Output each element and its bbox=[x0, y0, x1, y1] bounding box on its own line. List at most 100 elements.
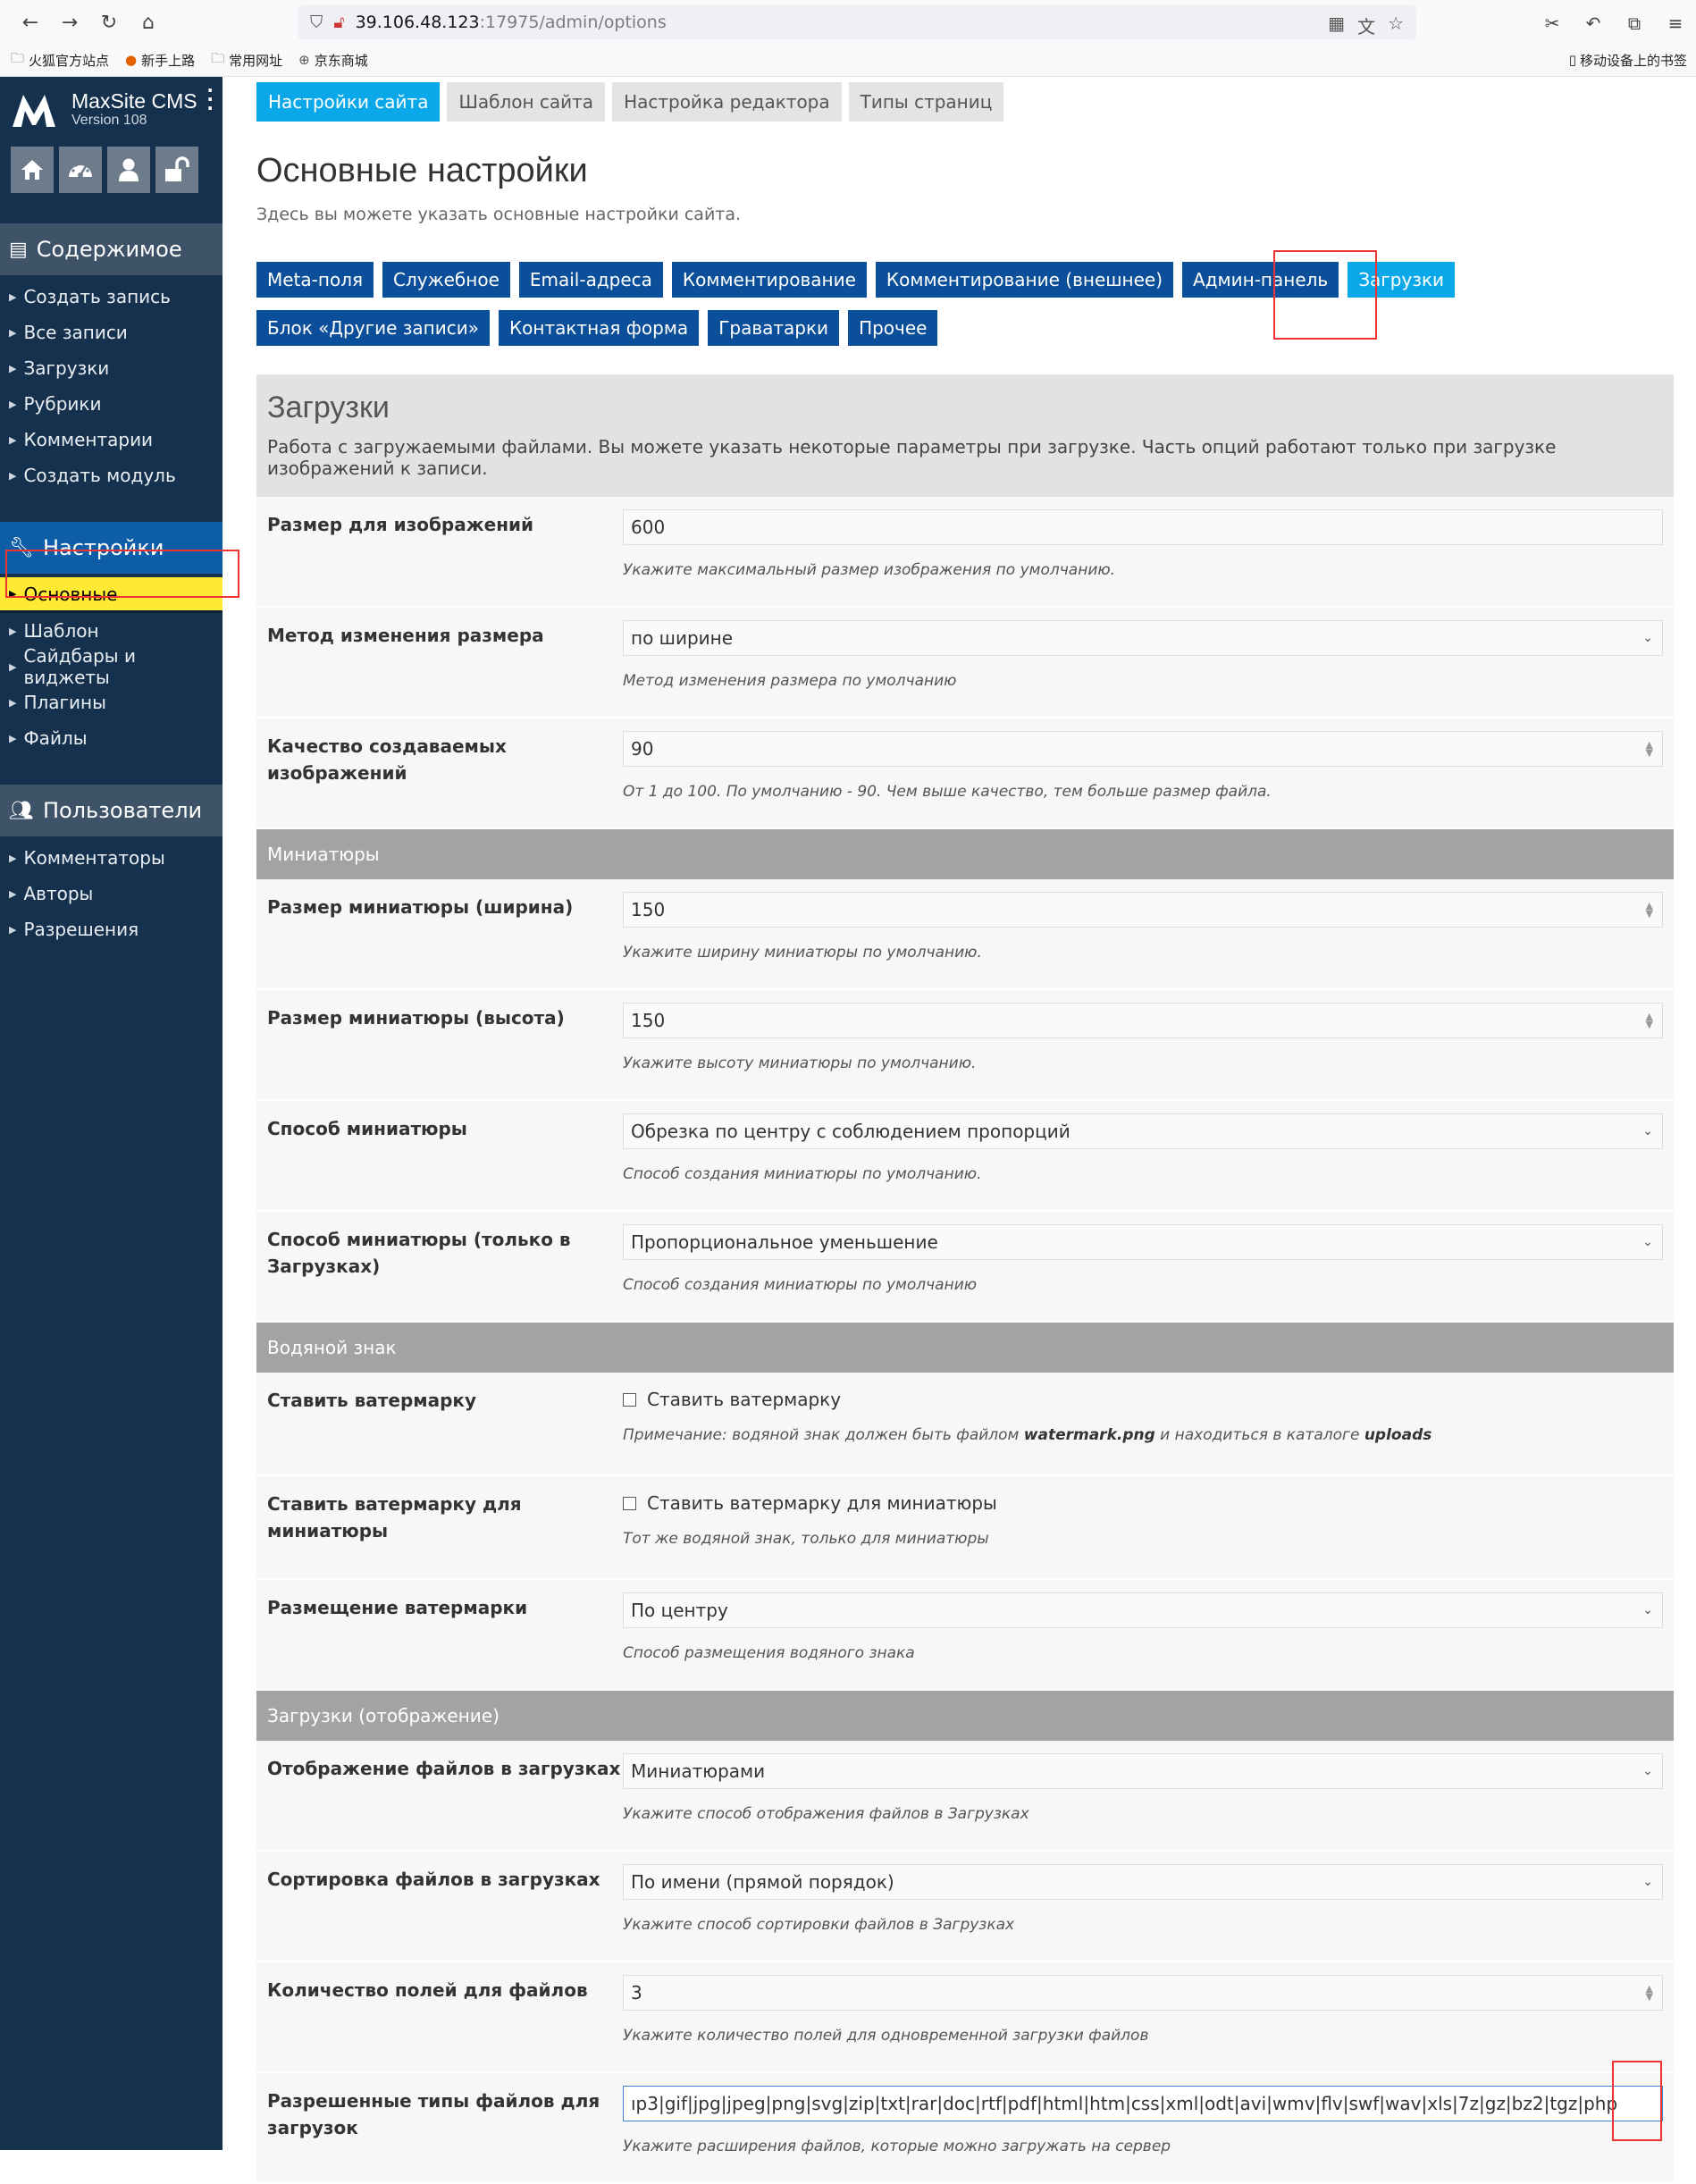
quality-stepper[interactable]: 90 ▲ ▼ bbox=[623, 731, 1663, 767]
setting-label: Ставить ватермарку bbox=[267, 1390, 477, 1411]
more-icon[interactable]: · · · bbox=[206, 81, 214, 117]
setting-row: Количество полей для файлов 3 ▲ ▼ Укажите … bbox=[256, 1962, 1674, 2073]
display-mode-select[interactable]: Миниатюрами ⌄ bbox=[623, 1753, 1663, 1789]
home-button[interactable] bbox=[11, 147, 54, 193]
sidebar-item-all-posts[interactable]: ▶ Все записи bbox=[0, 315, 222, 350]
sidebar-item-comments[interactable]: ▶ Комментарии bbox=[0, 422, 222, 458]
address-bar[interactable]: ⛉ 🔓︎ 39.106.48.123:17975/admin/options ▦… bbox=[298, 5, 1416, 39]
subtab-admin-panel[interactable]: Админ-панель bbox=[1182, 262, 1339, 298]
chevron-down-icon: ⌄ bbox=[1642, 1124, 1653, 1138]
tab-page-types[interactable]: Типы страниц bbox=[848, 82, 1004, 122]
image-size-input[interactable]: 600 bbox=[623, 509, 1663, 545]
sidebar-item-uploads[interactable]: ▶ Загрузки bbox=[0, 350, 222, 386]
setting-hint: Примечание: водяной знак должен быть фай… bbox=[623, 1426, 1432, 1444]
sort-select[interactable]: По имени (прямой порядок) ⌄ bbox=[623, 1864, 1663, 1900]
brand[interactable]: MaxSite CMS Version 108 · · · bbox=[0, 77, 222, 141]
subtab-gravatars[interactable]: Граватарки bbox=[708, 310, 840, 346]
thumb-method-uploads-select[interactable]: Пропорциональное уменьшение ⌄ bbox=[623, 1224, 1663, 1260]
subtab-meta[interactable]: Meta-поля bbox=[256, 262, 374, 298]
screenshot-icon[interactable]: ✂ bbox=[1532, 4, 1573, 43]
reload-icon[interactable]: ↻ bbox=[89, 3, 129, 42]
extensions-icon[interactable]: ⧉ bbox=[1614, 4, 1655, 43]
subtab-misc[interactable]: Прочее bbox=[848, 310, 938, 346]
sidebar-item-sidebars-widgets[interactable]: ▶ Сайдбары и виджеты bbox=[0, 645, 222, 688]
watermark-position-select[interactable]: По центру ⌄ bbox=[623, 1592, 1663, 1628]
setting-label: Качество создаваемых изображений bbox=[267, 735, 507, 784]
tab-site-settings[interactable]: Настройки сайта bbox=[256, 82, 441, 122]
caret-right-icon: ▶ bbox=[9, 696, 17, 709]
group-header-display: Загрузки (отображение) bbox=[256, 1691, 1674, 1741]
setting-row: Метод изменения размера по ширине ⌄ Метод… bbox=[256, 608, 1674, 718]
profile-button[interactable] bbox=[107, 147, 150, 193]
allowed-types-input[interactable]: ıp3|gif|jpg|jpeg|png|svg|zip|txt|rar|doc… bbox=[623, 2086, 1663, 2121]
setting-label: Сортировка файлов в загрузках bbox=[267, 1869, 600, 1890]
checkbox[interactable] bbox=[623, 1496, 636, 1510]
setting-hint: Способ создания миниатюры по умолчанию bbox=[623, 1276, 978, 1294]
subtab-service[interactable]: Служебное bbox=[382, 262, 510, 298]
qr-icon[interactable]: ▦ bbox=[1328, 13, 1345, 38]
wrench-icon: 🔧︎ bbox=[9, 536, 34, 559]
spinner-icon[interactable]: ▲ ▼ bbox=[1646, 1012, 1653, 1029]
uploads-panel: Загрузки Работа с загружаемыми файлами. … bbox=[256, 374, 1674, 2184]
forward-icon[interactable]: → bbox=[50, 3, 89, 42]
lock-icon: 🔓︎ bbox=[333, 13, 345, 32]
logout-button[interactable] bbox=[155, 147, 198, 193]
folder-icon: 🗀 bbox=[11, 49, 25, 66]
settings-subnav: Meta-поля Служебное Email-адреса Коммент… bbox=[256, 262, 1677, 346]
star-icon[interactable]: ☆ bbox=[1388, 13, 1404, 38]
thumb-height-stepper[interactable]: 150 ▲ ▼ bbox=[623, 1003, 1663, 1038]
back-icon[interactable]: ← bbox=[11, 3, 50, 42]
tab-editor-settings[interactable]: Настройка редактора bbox=[612, 82, 842, 122]
home-icon[interactable]: ⌂ bbox=[129, 3, 168, 42]
undo-icon[interactable]: ↶ bbox=[1573, 4, 1614, 43]
setting-row: Ставить ватермарку для миниатюры Ставить… bbox=[256, 1476, 1674, 1580]
file-fields-count-stepper[interactable]: 3 ▲ ▼ bbox=[623, 1975, 1663, 2011]
sidebar-item-create-module[interactable]: ▶ Создать модуль bbox=[0, 458, 222, 493]
tab-site-template[interactable]: Шаблон сайта bbox=[447, 82, 606, 122]
setting-row: Качество создаваемых изображений 90 ▲ ▼ От… bbox=[256, 718, 1674, 829]
spinner-icon[interactable]: ▲ ▼ bbox=[1646, 901, 1653, 919]
resize-method-select[interactable]: по ширине ⌄ bbox=[623, 620, 1663, 656]
subtab-comments[interactable]: Комментирование bbox=[671, 262, 867, 298]
setting-label: Способ миниатюры bbox=[267, 1118, 467, 1139]
bookmark-item[interactable]: 🗀 常用网址 bbox=[211, 49, 282, 71]
setting-row: Способ миниатюры (только в Загрузках) Пр… bbox=[256, 1212, 1674, 1323]
spinner-icon[interactable]: ▲ ▼ bbox=[1646, 1984, 1653, 2002]
watermark-checkbox[interactable]: Ставить ватермарку bbox=[623, 1385, 1663, 1414]
sidebar-item-authors[interactable]: ▶ Авторы bbox=[0, 876, 222, 911]
sidebar-item-basic[interactable]: ▶ Основные bbox=[0, 577, 222, 613]
bookmark-item[interactable]: ⊕ 京东商城 bbox=[298, 51, 368, 70]
sidebar-item-commenters[interactable]: ▶ Комментаторы bbox=[0, 840, 222, 876]
bookmark-item[interactable]: 🗀 火狐官方站点 bbox=[11, 49, 109, 71]
checkbox[interactable] bbox=[623, 1392, 636, 1407]
subtab-comments-external[interactable]: Комментирование (внешнее) bbox=[875, 262, 1174, 298]
setting-label: Размещение ватермарки bbox=[267, 1597, 528, 1618]
subtab-uploads[interactable]: Загрузки bbox=[1348, 262, 1456, 298]
sidebar-item-create-post[interactable]: ▶ Создать запись bbox=[0, 279, 222, 315]
setting-hint: Укажите способ сортировки файлов в Загру… bbox=[623, 1916, 1015, 1934]
panel-title: Загрузки bbox=[267, 391, 390, 424]
thumb-width-stepper[interactable]: 150 ▲ ▼ bbox=[623, 892, 1663, 928]
mobile-bookmarks[interactable]: ▯ 移动设备上的书签 bbox=[1569, 46, 1687, 73]
dashboard-button[interactable] bbox=[59, 147, 102, 193]
caret-right-icon: ▶ bbox=[9, 660, 17, 673]
subtab-other-posts[interactable]: Блок «Другие записи» bbox=[256, 310, 490, 346]
bookmark-item[interactable]: ● 新手上路 bbox=[125, 51, 195, 70]
sidebar-item-permissions[interactable]: ▶ Разрешения bbox=[0, 911, 222, 947]
thumb-method-select[interactable]: Обрезка по центру с соблюдением пропорци… bbox=[623, 1113, 1663, 1149]
group-header-watermark: Водяной знак bbox=[256, 1323, 1674, 1373]
sidebar-item-plugins[interactable]: ▶ Плагины bbox=[0, 685, 222, 720]
subtab-contact-form[interactable]: Контактная форма bbox=[498, 310, 700, 346]
section-content: ▤ Содержимое bbox=[0, 223, 222, 275]
sidebar-item-categories[interactable]: ▶ Рубрики bbox=[0, 386, 222, 422]
watermark-thumb-checkbox[interactable]: Ставить ватермарку для миниатюры bbox=[623, 1489, 1663, 1517]
subtab-email[interactable]: Email-адреса bbox=[518, 262, 663, 298]
setting-hint: Укажите максимальный размер изображения … bbox=[623, 561, 1116, 579]
spinner-icon[interactable]: ▲ ▼ bbox=[1646, 740, 1653, 758]
caret-right-icon: ▶ bbox=[9, 469, 17, 482]
translate-icon[interactable]: 文 bbox=[1357, 13, 1375, 38]
sidebar-item-files[interactable]: ▶ Файлы bbox=[0, 720, 222, 756]
menu-icon[interactable]: ≡ bbox=[1655, 4, 1696, 43]
group-header-thumbnails: Миниатюры bbox=[256, 829, 1674, 879]
sidebar-item-template[interactable]: ▶ Шаблон bbox=[0, 613, 222, 649]
